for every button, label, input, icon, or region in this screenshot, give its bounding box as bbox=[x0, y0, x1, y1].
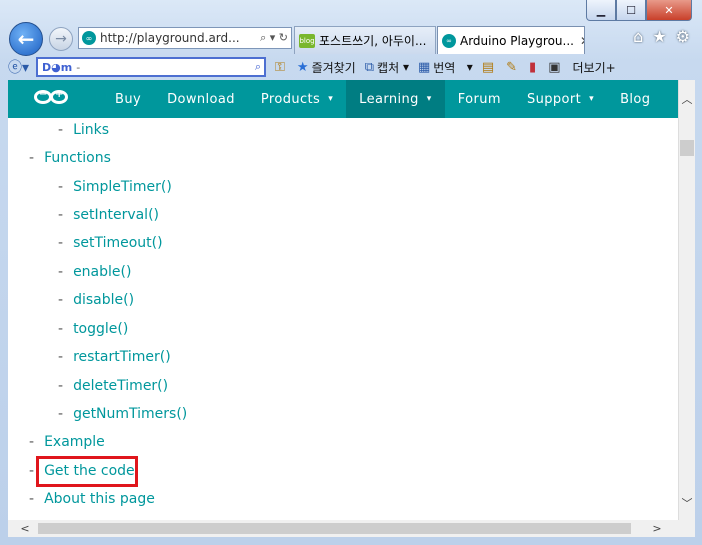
scrollbar-thumb[interactable] bbox=[38, 523, 631, 534]
translate-icon: ▦ bbox=[417, 59, 431, 75]
chevron-down-icon: ▾ bbox=[426, 94, 432, 104]
tab-label: Arduino Playgrou... bbox=[460, 33, 574, 48]
note-icon[interactable]: ▤ bbox=[482, 60, 497, 75]
nav-forum[interactable]: Forum bbox=[445, 80, 514, 118]
capture-icon: ⧉ bbox=[364, 59, 375, 75]
red-highlight-box bbox=[36, 456, 138, 487]
browser-toolbar: ⓔ▾ D◕m - ⌕ ⚿ ★ 즐겨찾기 ⧉ 캡처 ▾ ▦ 번역 ▾ ▤ ✎ ▮ ▣ 더… bbox=[8, 55, 694, 79]
close-icon[interactable]: ✕ bbox=[646, 0, 692, 21]
nav-buy[interactable]: Buy bbox=[102, 80, 154, 118]
book-icon[interactable]: ▮ bbox=[529, 60, 539, 75]
search-input[interactable]: - bbox=[76, 61, 255, 74]
broom-icon[interactable]: ✎ bbox=[506, 60, 520, 75]
chevron-down-icon[interactable]: ﹀ bbox=[679, 494, 695, 512]
search-icon[interactable]: ⌕ bbox=[255, 60, 264, 74]
nav-support[interactable]: Support ▾ bbox=[514, 80, 607, 118]
minimize-icon[interactable]: ▁ bbox=[586, 0, 616, 21]
key-icon[interactable]: ⚿ bbox=[275, 60, 288, 75]
chevron-up-icon[interactable]: ︿ bbox=[679, 90, 695, 108]
vertical-scrollbar[interactable]: ︿ ﹀ bbox=[678, 80, 695, 520]
toc-item-functions[interactable]: - Functions bbox=[29, 150, 111, 166]
arduino-favicon-icon: ∞ bbox=[442, 33, 456, 48]
arduino-favicon-icon: ∞ bbox=[82, 31, 96, 45]
toc-item-links[interactable]: - Links bbox=[58, 122, 109, 138]
arrow-right-icon: → bbox=[55, 31, 67, 47]
nav-download[interactable]: Download bbox=[154, 80, 248, 118]
arrow-left-icon: ← bbox=[17, 27, 35, 51]
toc-item-enable[interactable]: - enable() bbox=[58, 264, 131, 280]
chevron-down-icon: ▾ bbox=[589, 94, 595, 104]
nav-products[interactable]: Products ▾ bbox=[248, 80, 346, 118]
browser-window: ▁ ☐ ✕ ← → ∞ http://playground.ard... ⌕ ▾… bbox=[0, 0, 702, 545]
forward-button[interactable]: → bbox=[49, 27, 73, 51]
chevron-right-icon[interactable]: > bbox=[648, 520, 666, 537]
horizontal-scrollbar[interactable]: < > bbox=[8, 520, 695, 537]
home-icon[interactable]: ⌂ bbox=[633, 27, 643, 46]
daum-search-box[interactable]: D◕m - ⌕ bbox=[36, 57, 266, 77]
save-icon[interactable]: ▣ bbox=[548, 60, 563, 75]
maximize-icon[interactable]: ☐ bbox=[616, 0, 646, 21]
star-icon: ★ bbox=[296, 59, 309, 75]
toc-item-deletetimer[interactable]: - deleteTimer() bbox=[58, 378, 168, 394]
tab-label: 포스트쓰기, 아두이... bbox=[319, 34, 427, 48]
capture-button[interactable]: ⧉ 캡처 ▾ bbox=[365, 59, 409, 76]
tab-blog[interactable]: blog 포스트쓰기, 아두이... bbox=[294, 26, 436, 54]
arduino-navbar: − + Buy Download Products ▾ Learning ▾ Foru… bbox=[8, 80, 678, 118]
gear-icon[interactable]: ⚙ bbox=[676, 27, 690, 46]
scrollbar-thumb[interactable] bbox=[680, 140, 694, 156]
back-button[interactable]: ← bbox=[9, 22, 43, 56]
arduino-logo-icon[interactable]: − + bbox=[34, 89, 78, 108]
toc-item-example[interactable]: - Example bbox=[29, 434, 105, 450]
tab-close-icon[interactable]: ✕ bbox=[574, 34, 584, 48]
address-tools[interactable]: ⌕ ▾ ↻ bbox=[260, 31, 291, 45]
toc-item-toggle[interactable]: - toggle() bbox=[58, 321, 128, 337]
address-url[interactable]: http://playground.ard... bbox=[100, 31, 260, 45]
favorites-button[interactable]: ★ 즐겨찾기 bbox=[297, 59, 356, 76]
daum-logo-icon: D◕m bbox=[42, 60, 73, 74]
ie-icon[interactable]: ⓔ▾ bbox=[8, 57, 32, 77]
toc-item-settimeout[interactable]: - setTimeout() bbox=[58, 235, 163, 251]
toc-item-disable[interactable]: - disable() bbox=[58, 292, 134, 308]
chevron-down-icon: ▾ bbox=[328, 94, 334, 104]
window-controls: ▁ ☐ ✕ bbox=[586, 0, 692, 21]
more-button[interactable]: 더보기+ bbox=[572, 59, 615, 76]
nav-learning[interactable]: Learning ▾ bbox=[346, 80, 445, 118]
nav-blog[interactable]: Blog bbox=[607, 80, 663, 118]
blog-favicon-icon: blog bbox=[299, 33, 315, 48]
address-bar[interactable]: ∞ http://playground.ard... ⌕ ▾ ↻ bbox=[78, 27, 292, 49]
toc-item-restarttimer[interactable]: - restartTimer() bbox=[58, 349, 171, 365]
toc-item-setinterval[interactable]: - setInterval() bbox=[58, 207, 159, 223]
translate-button[interactable]: ▦ 번역 ▾ bbox=[418, 59, 473, 76]
toc-item-about-this-page[interactable]: - About this page bbox=[29, 491, 155, 507]
web-page: − + Buy Download Products ▾ Learning ▾ Foru… bbox=[8, 80, 678, 520]
toc-item-getnumtimers[interactable]: - getNumTimers() bbox=[58, 406, 187, 422]
chevron-left-icon[interactable]: < bbox=[16, 520, 34, 537]
toc-item-simpletimer[interactable]: - SimpleTimer() bbox=[58, 179, 172, 195]
tab-arduino-playground[interactable]: ∞ Arduino Playgrou... ✕ bbox=[437, 26, 585, 54]
star-icon[interactable]: ★ bbox=[652, 27, 666, 46]
browser-right-icons: ⌂ ★ ⚙ bbox=[633, 27, 690, 46]
